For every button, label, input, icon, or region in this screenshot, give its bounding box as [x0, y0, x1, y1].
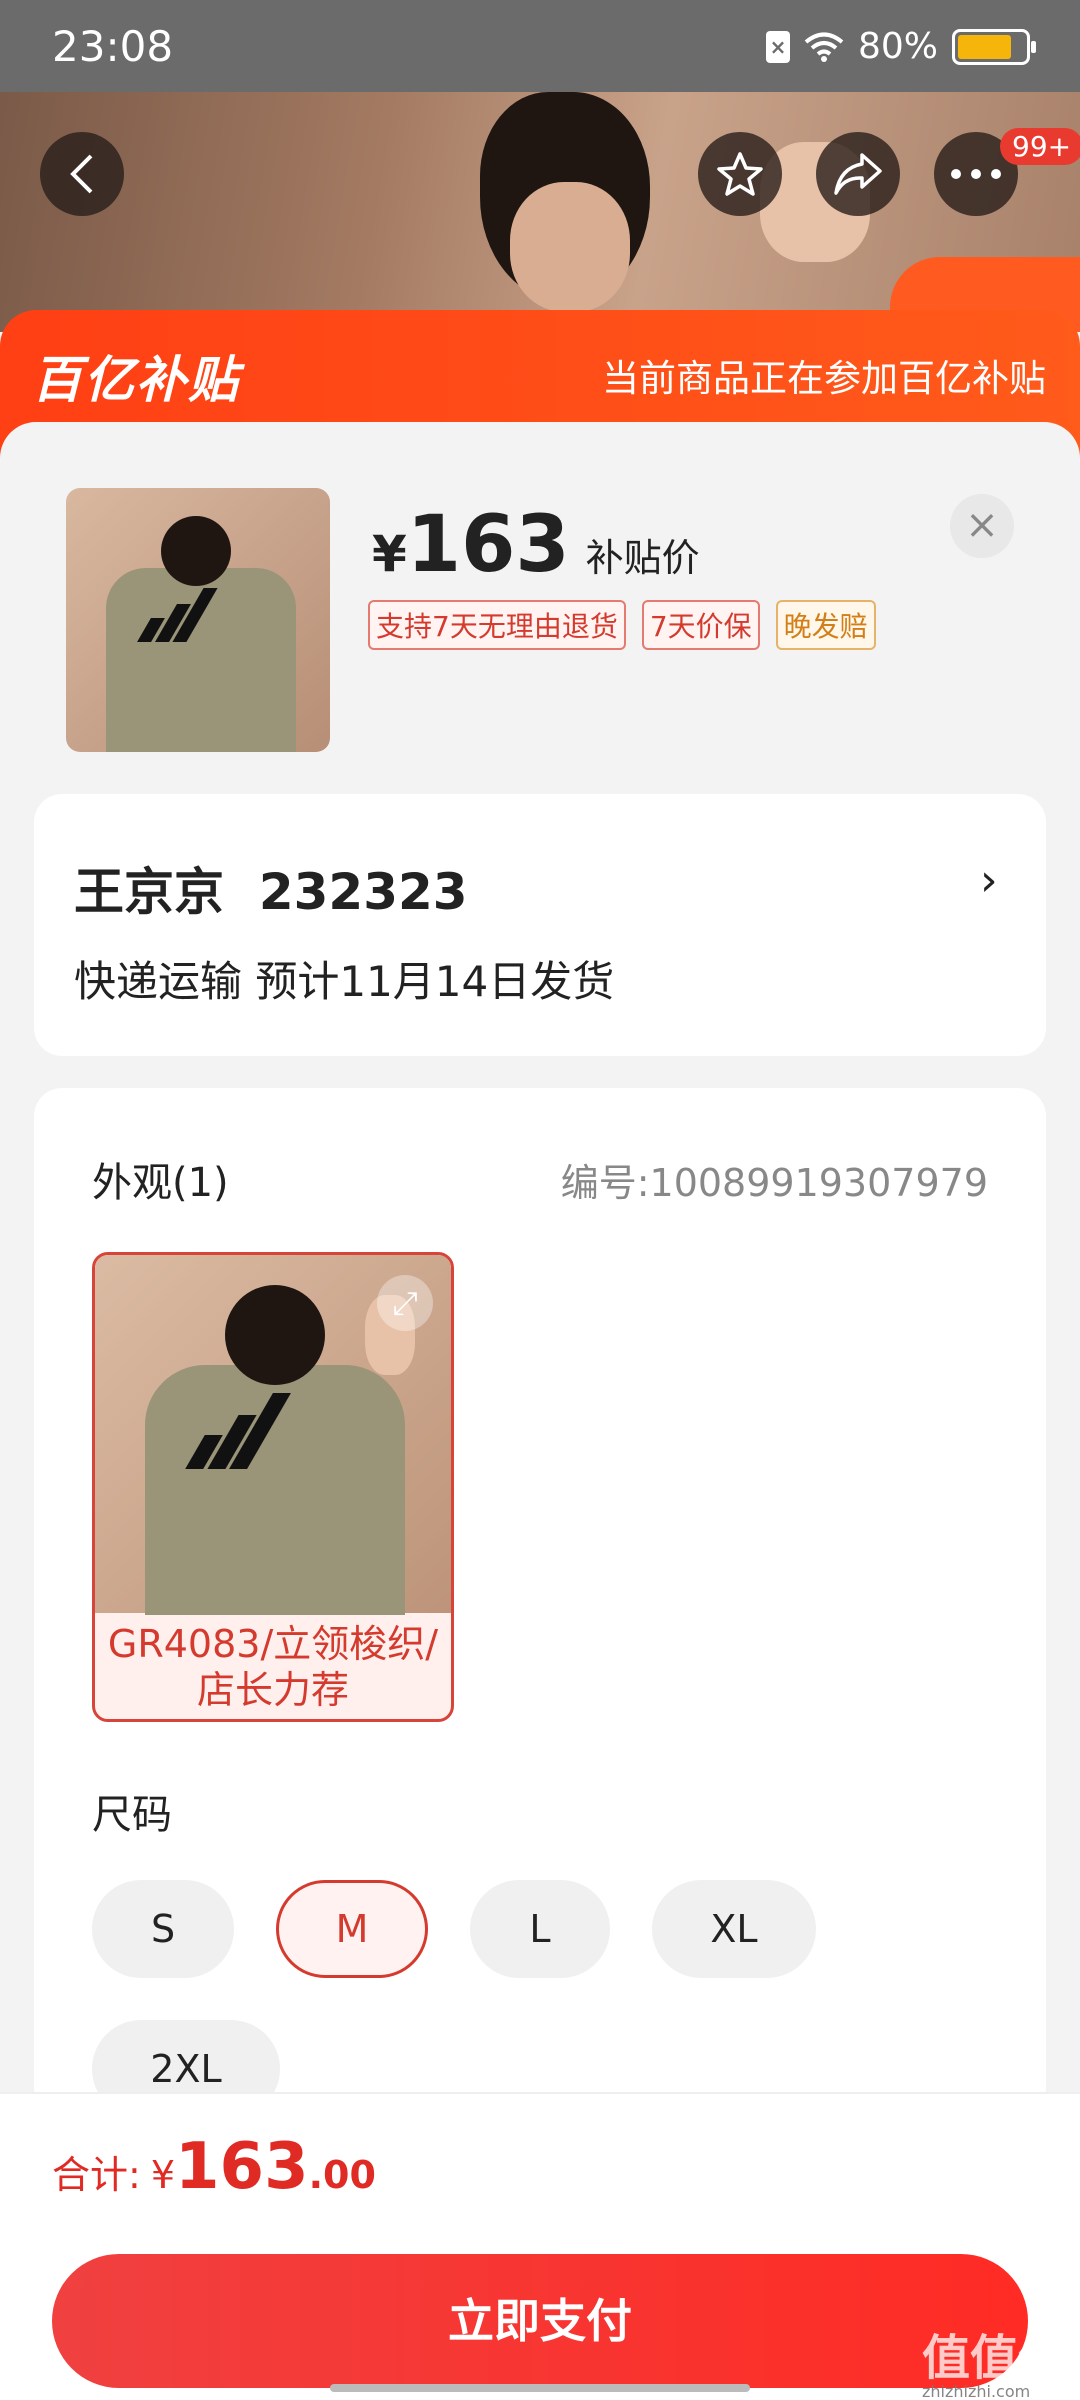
tag-late-compensation: 晚发赔: [775, 600, 876, 650]
pay-now-button[interactable]: 立即支付: [52, 2254, 1028, 2388]
status-time: 23:08: [52, 22, 174, 71]
star-icon: [717, 152, 763, 196]
price-row: ¥ 163 补贴价: [372, 500, 700, 590]
product-hero-image: [0, 92, 1080, 332]
tag-return: 支持7天无理由退货: [368, 600, 626, 650]
subsidy-notice: 当前商品正在参加百亿补贴: [602, 357, 1046, 400]
expand-icon[interactable]: ⤢: [377, 1275, 433, 1331]
size-option-l[interactable]: L: [470, 1880, 610, 1978]
variant-image: ⤢: [95, 1255, 451, 1615]
sku-code: 编号:10089919307979: [560, 1161, 988, 1205]
status-icons: × 80%: [765, 26, 1036, 67]
price-value: 163: [406, 500, 570, 590]
battery-percent: 80%: [857, 26, 938, 67]
chevron-right-icon[interactable]: ›: [980, 855, 998, 906]
sim-icon: ×: [765, 30, 790, 63]
currency-symbol: ¥: [372, 525, 407, 583]
recipient-name: 王京京: [74, 863, 224, 921]
watermark: 值值值 zhizhizhi.com: [922, 2318, 1066, 2400]
chevron-left-icon: [70, 154, 93, 194]
share-button[interactable]: [816, 132, 900, 216]
battery-icon: [952, 28, 1036, 65]
more-badge: 99+: [1000, 128, 1080, 165]
delivery-estimate: 快递运输 预计11月14日发货: [74, 957, 615, 1006]
close-icon[interactable]: ×: [950, 494, 1014, 558]
price-label: 补贴价: [585, 536, 700, 580]
share-icon: [834, 153, 882, 195]
size-title: 尺码: [92, 1792, 172, 1838]
recipient-phone: 232323: [258, 863, 468, 921]
total-price: 合计: ¥ 163 .00: [52, 2130, 376, 2204]
service-tags: 支持7天无理由退货 7天价保 晚发赔: [368, 600, 876, 650]
product-thumbnail[interactable]: [66, 488, 330, 752]
variant-option-selected[interactable]: ⤢ GR4083/立领梭织/店长力荐: [92, 1252, 454, 1722]
size-option-xl[interactable]: XL: [652, 1880, 816, 1978]
home-indicator[interactable]: [330, 2384, 750, 2392]
status-bar: 23:08 × 80%: [0, 0, 1080, 92]
size-option-m[interactable]: M: [276, 1880, 428, 1978]
total-currency: ¥: [150, 2153, 175, 2197]
total-integer: 163: [175, 2130, 309, 2204]
recipient: 王京京 232323: [74, 852, 468, 924]
size-option-s[interactable]: S: [92, 1880, 234, 1978]
favorite-button[interactable]: [698, 132, 782, 216]
subsidy-logo: 百亿补贴: [32, 351, 240, 409]
variant-caption: GR4083/立领梭织/店长力荐: [107, 1622, 439, 1712]
address-card[interactable]: [34, 794, 1046, 1056]
wifi-icon: [804, 32, 844, 62]
tag-price-protect: 7天价保: [641, 600, 760, 650]
appearance-title: 外观(1): [92, 1160, 229, 1206]
more-icon: [951, 169, 1001, 179]
total-label: 合计:: [52, 2153, 141, 2197]
back-button[interactable]: [40, 132, 124, 216]
watermark-logo: 值值值: [922, 2330, 1067, 2386]
total-decimal: .00: [308, 2153, 376, 2197]
